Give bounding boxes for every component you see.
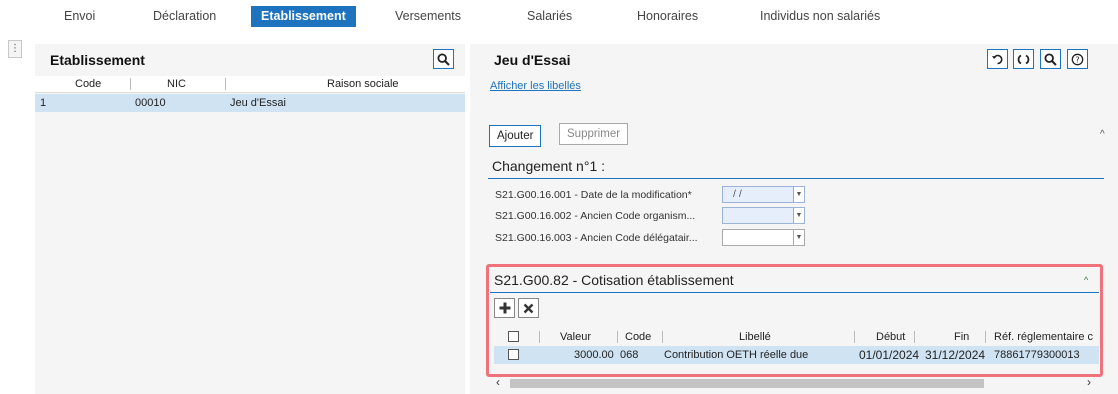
undo-button[interactable] (987, 49, 1008, 69)
highlight-box (486, 264, 1103, 377)
add-button[interactable]: Ajouter (489, 125, 542, 147)
search-icon (437, 52, 450, 66)
panel-title: Etablissement (50, 52, 145, 68)
scroll-right-icon[interactable]: › (1087, 375, 1091, 389)
ancien-code-delegataire-field[interactable]: ▼ (722, 229, 805, 246)
search-icon (1044, 52, 1057, 66)
tab-etablissement[interactable]: Etablissement (251, 6, 356, 27)
refresh-button[interactable] (1013, 49, 1034, 69)
etablissement-detail-panel: Jeu d'Essai ? Afficher les libellés Ajou… (470, 44, 1118, 394)
field-label-ancien-code-delegataire: S21.G00.16.003 - Ancien Code délégatair.… (495, 232, 698, 244)
ancien-code-organisme-field[interactable]: ▼ (722, 207, 805, 224)
tab-salaries[interactable]: Salariés (517, 6, 582, 27)
tab-honoraires[interactable]: Honoraires (627, 6, 708, 27)
change-section-title: Changement n°1 : (492, 158, 606, 174)
undo-icon (992, 54, 1003, 64)
date-modification-field[interactable]: / / ▼ (722, 186, 805, 203)
column-header-code[interactable]: Code (75, 78, 101, 90)
help-icon: ? (1071, 53, 1084, 65)
tab-individus-non-salaries[interactable]: Individus non salariés (750, 6, 890, 27)
refresh-icon (1017, 54, 1030, 64)
field-label-ancien-code-organisme: S21.G00.16.002 - Ancien Code organism... (495, 210, 696, 222)
detail-title: Jeu d'Essai (494, 52, 571, 68)
scrollbar-thumb[interactable] (510, 379, 984, 388)
etablissement-list-panel: Etablissement Code NIC Raison sociale 1 … (35, 44, 465, 394)
field-label-date-modification: S21.G00.16.001 - Date de la modification… (495, 189, 692, 201)
tab-declaration[interactable]: Déclaration (143, 6, 226, 27)
side-panel-handle[interactable]: ⋮ (8, 40, 22, 58)
nic-cell: 00010 (135, 97, 166, 109)
tab-versements[interactable]: Versements (385, 6, 471, 27)
scroll-left-icon[interactable]: ‹ (496, 375, 500, 389)
top-tab-bar: Envoi Déclaration Etablissement Versemen… (0, 0, 1118, 33)
help-button[interactable]: ? (1067, 49, 1088, 69)
chevron-down-icon[interactable]: ▼ (793, 208, 804, 223)
chevron-down-icon[interactable]: ▼ (793, 230, 804, 245)
search-detail-button[interactable] (1040, 49, 1061, 69)
tab-envoi[interactable]: Envoi (54, 6, 105, 27)
chevron-down-icon[interactable]: ▼ (793, 187, 804, 202)
scroll-up-icon[interactable]: ^ (1100, 129, 1105, 140)
table-header: Code NIC Raison sociale (35, 76, 465, 93)
show-labels-link[interactable]: Afficher les libellés (490, 80, 581, 92)
raison-sociale-cell: Jeu d'Essai (230, 97, 286, 109)
row-index: 1 (40, 97, 47, 109)
horizontal-scrollbar[interactable]: ‹ › (494, 375, 1099, 390)
column-header-nic[interactable]: NIC (167, 78, 186, 90)
table-row[interactable]: 1 00010 Jeu d'Essai (35, 94, 465, 112)
delete-button[interactable]: Supprimer (559, 123, 629, 145)
svg-text:?: ? (1075, 55, 1079, 64)
column-header-raison-sociale[interactable]: Raison sociale (327, 78, 399, 90)
search-button[interactable] (433, 49, 454, 69)
